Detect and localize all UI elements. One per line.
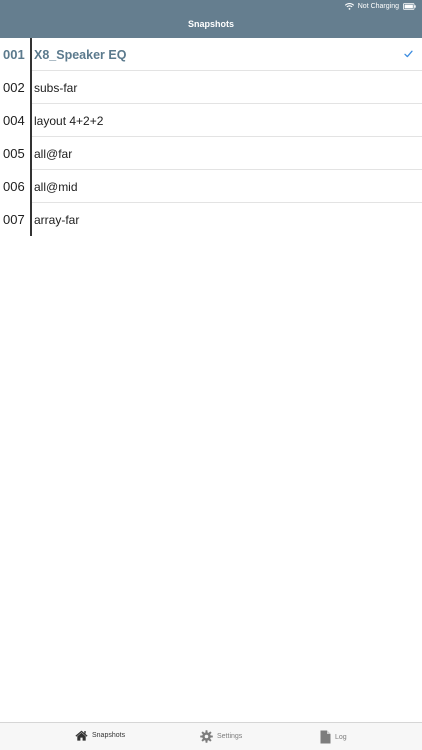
snapshot-number: 006 <box>3 179 25 194</box>
tab-settings[interactable]: Settings <box>200 730 242 743</box>
battery-icon <box>403 3 416 10</box>
page-title: Snapshots <box>187 19 234 29</box>
wifi-icon <box>344 3 354 10</box>
tab-log-label: Log <box>335 733 347 741</box>
snapshot-number: 002 <box>3 80 25 95</box>
snapshot-name: all@mid <box>34 179 78 194</box>
snapshot-name: layout 4+2+2 <box>34 113 104 128</box>
snapshot-row[interactable]: 001 X8_Speaker EQ <box>0 38 422 71</box>
snapshot-name: all@far <box>34 146 73 161</box>
snapshot-name: subs-far <box>34 80 78 95</box>
checkmark-icon <box>404 50 413 58</box>
app-screen: Not Charging Snapshots 001 X8_Speaker EQ… <box>0 0 422 750</box>
tab-settings-label: Settings <box>217 733 243 740</box>
snapshot-number: 005 <box>3 146 25 161</box>
number-column-divider <box>30 38 32 236</box>
snapshot-row[interactable]: 007 array-far <box>0 203 422 236</box>
snapshot-row[interactable]: 005 all@far <box>0 137 422 170</box>
snapshot-number: 001 <box>3 47 25 62</box>
tab-snapshots[interactable]: Snapshots <box>75 730 125 741</box>
battery-status-text: Not Charging <box>357 3 399 10</box>
snapshot-row[interactable]: 004 layout 4+2+2 <box>0 104 422 137</box>
tab-bar: Snapshots Settings Log <box>0 722 422 750</box>
snapshot-row[interactable]: 006 all@mid <box>0 170 422 203</box>
tab-log[interactable]: Log <box>320 730 347 744</box>
snapshot-number: 007 <box>3 212 25 227</box>
navigation-header: Not Charging Snapshots <box>0 0 422 38</box>
snapshot-row[interactable]: 002 subs-far <box>0 71 422 104</box>
snapshot-name: array-far <box>34 212 80 227</box>
status-bar: Not Charging <box>344 1 416 12</box>
home-icon <box>75 730 88 741</box>
snapshot-list: 001 X8_Speaker EQ 002 subs-far 004 layou… <box>0 38 422 236</box>
gear-icon <box>200 730 213 743</box>
snapshot-number: 004 <box>3 113 25 128</box>
snapshot-name: X8_Speaker EQ <box>34 47 127 62</box>
document-icon <box>320 730 331 744</box>
tab-snapshots-label: Snapshots <box>92 732 126 739</box>
